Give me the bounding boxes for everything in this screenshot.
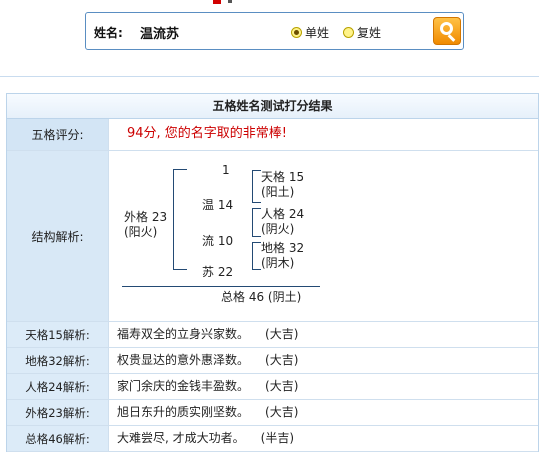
score-text: 94分, 您的名字取的非常棒! [127,126,288,141]
explain-row-zong: 总格46解析: 大难尝尽, 才成大功者。 (半吉) [7,426,538,452]
struct-char-3: 苏 22 [202,265,234,279]
explain-text: 权贵显达的意外惠泽数。 [117,353,250,367]
explain-row-di: 地格32解析: 权贵显达的意外惠泽数。 (大吉) [7,348,538,374]
explain-text: 福寿双全的立身兴家数。 [117,327,250,341]
struct-char-2: 流 10 [202,234,234,248]
ren-grid-element: (阴火) [261,222,295,236]
di-grid-element: (阴木) [261,256,295,270]
luck-badge: (大吉) [265,379,299,393]
explain-label: 天格15解析: [7,322,109,347]
explain-text: 家门余庆的金钱丰盈数。 [117,379,250,393]
radio-selected-icon [291,27,302,38]
luck-badge: (大吉) [265,327,299,341]
structure-diagram: 1 温 14 流 10 苏 22 外格 23 (阳火) 天格 15 (阳土) 人… [109,151,538,321]
score-label: 五格评分: [7,119,109,150]
divider [0,76,539,77]
explain-label: 总格46解析: [7,426,109,451]
explain-text: 旭日东升的质实刚坚数。 [117,405,250,419]
outer-grid-element: (阳火) [124,225,158,239]
top-decoration [213,0,221,4]
radio-unselected-icon [343,27,354,38]
luck-badge: (大吉) [265,353,299,367]
structure-label: 结构解析: [7,151,109,321]
structure-row: 结构解析: 1 温 14 流 10 苏 22 外格 23 (阳火) 天格 15 … [7,151,538,322]
name-search-bar: 姓名: 温流苏 单姓 复姓 [85,12,464,50]
radio-compound-label: 复姓 [357,26,382,40]
search-button[interactable] [433,17,461,45]
radio-single-label: 单姓 [305,26,330,40]
total-grid: 总格 46 (阴土) [221,290,302,304]
luck-badge: (半吉) [260,431,295,445]
luck-badge: (大吉) [265,405,299,419]
name-input[interactable]: 温流苏 [140,23,179,42]
tian-grid-element: (阳土) [261,185,295,199]
explain-row-tian: 天格15解析: 福寿双全的立身兴家数。 (大吉) [7,322,538,348]
explain-row-ren: 人格24解析: 家门余庆的金钱丰盈数。 (大吉) [7,374,538,400]
result-table: 五格姓名测试打分结果 五格评分: 94分, 您的名字取的非常棒! 结构解析: 1… [6,93,539,452]
score-row: 五格评分: 94分, 您的名字取的非常棒! [7,119,538,151]
search-icon [440,22,453,35]
radio-compound-surname[interactable]: 复姓 [343,24,381,41]
struct-char-1: 温 14 [202,198,234,212]
name-label: 姓名: [94,26,123,40]
explain-text: 大难尝尽, 才成大功者。 [117,431,245,445]
struct-top: 1 [222,163,230,177]
explain-label: 人格24解析: [7,374,109,399]
explain-label: 地格32解析: [7,348,109,373]
result-title: 五格姓名测试打分结果 [7,94,538,119]
explain-label: 外格23解析: [7,400,109,425]
explain-row-wai: 外格23解析: 旭日东升的质实刚坚数。 (大吉) [7,400,538,426]
radio-single-surname[interactable]: 单姓 [291,24,329,41]
top-decoration-2 [228,0,232,3]
